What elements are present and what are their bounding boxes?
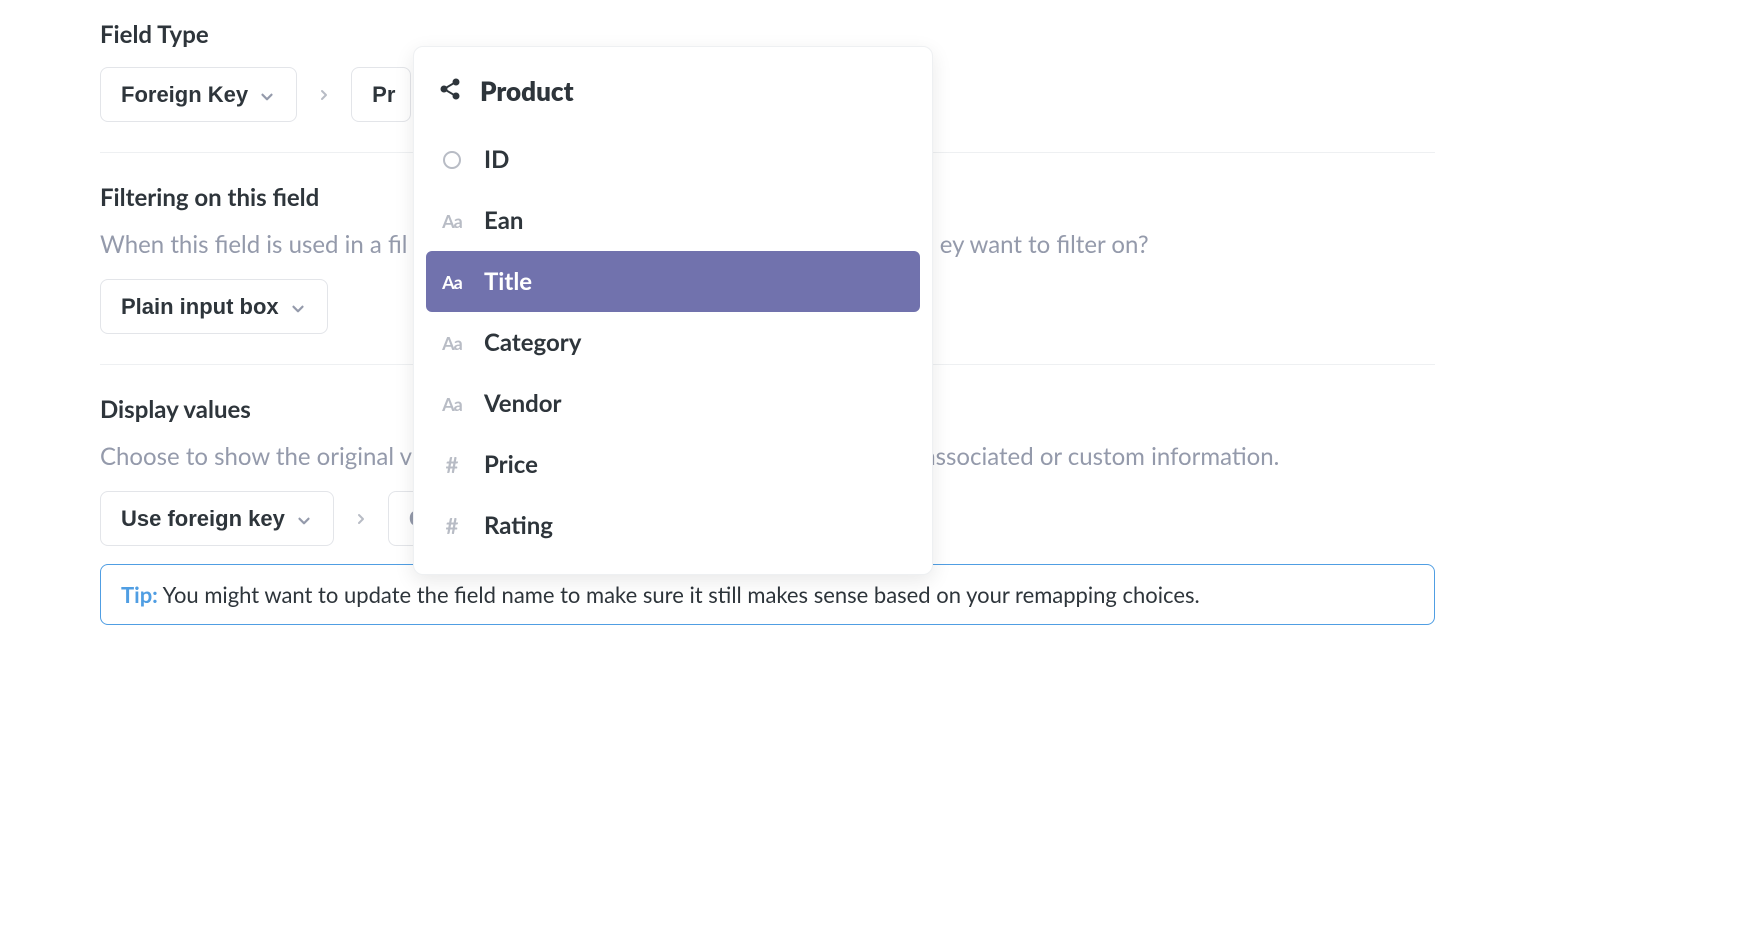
number-type-icon: # bbox=[438, 451, 466, 478]
dropdown-item-label: Rating bbox=[484, 511, 553, 540]
field-type-select[interactable]: Foreign Key bbox=[100, 67, 297, 122]
chevron-down-icon bbox=[258, 86, 276, 104]
tip-label: Tip: bbox=[121, 581, 158, 608]
id-type-icon bbox=[438, 151, 466, 169]
filtering-value: Plain input box bbox=[121, 294, 279, 320]
text-type-icon: Aa bbox=[438, 271, 466, 293]
chevron-down-icon bbox=[295, 510, 313, 528]
connected-table-icon bbox=[438, 75, 462, 107]
fk-target-value: Pr bbox=[372, 82, 395, 108]
dropdown-item-category[interactable]: Aa Category bbox=[414, 312, 932, 373]
display-desc-right: associated or custom information. bbox=[924, 442, 1280, 471]
filtering-select[interactable]: Plain input box bbox=[100, 279, 328, 334]
display-source-select[interactable]: Use foreign key bbox=[100, 491, 334, 546]
fk-target-select-truncated[interactable]: Pr bbox=[351, 67, 411, 122]
filtering-desc-right: ey want to filter on? bbox=[940, 230, 1149, 259]
chevron-down-icon bbox=[289, 298, 307, 316]
chevron-right-icon bbox=[350, 508, 372, 530]
dropdown-header-label: Product bbox=[480, 75, 574, 107]
label-field-type: Field Type bbox=[100, 20, 1746, 49]
dropdown-item-label: Category bbox=[484, 328, 581, 357]
filtering-desc-left: When this field is used in a fil bbox=[100, 230, 407, 259]
field-picker-dropdown: Product ID Aa Ean Aa Title Aa Category Aa Vendor… bbox=[413, 46, 933, 575]
text-type-icon: Aa bbox=[438, 393, 466, 415]
dropdown-item-label: Price bbox=[484, 450, 538, 479]
dropdown-item-label: Vendor bbox=[484, 389, 561, 418]
dropdown-item-label: ID bbox=[484, 145, 509, 174]
dropdown-item-title[interactable]: Aa Title bbox=[426, 251, 920, 312]
dropdown-item-price[interactable]: # Price bbox=[414, 434, 932, 495]
dropdown-item-rating[interactable]: # Rating bbox=[414, 495, 932, 556]
dropdown-item-id[interactable]: ID bbox=[414, 129, 932, 190]
dropdown-header: Product bbox=[414, 61, 932, 129]
chevron-right-icon bbox=[313, 84, 335, 106]
dropdown-item-label: Ean bbox=[484, 206, 523, 235]
text-type-icon: Aa bbox=[438, 210, 466, 232]
dropdown-item-label: Title bbox=[484, 267, 532, 296]
field-type-value: Foreign Key bbox=[121, 82, 248, 108]
display-source-value: Use foreign key bbox=[121, 506, 285, 532]
number-type-icon: # bbox=[438, 512, 466, 539]
dropdown-item-vendor[interactable]: Aa Vendor bbox=[414, 373, 932, 434]
display-desc-left: Choose to show the original v bbox=[100, 442, 411, 471]
dropdown-item-ean[interactable]: Aa Ean bbox=[414, 190, 932, 251]
text-type-icon: Aa bbox=[438, 332, 466, 354]
tip-text: You might want to update the field name … bbox=[158, 581, 1200, 608]
